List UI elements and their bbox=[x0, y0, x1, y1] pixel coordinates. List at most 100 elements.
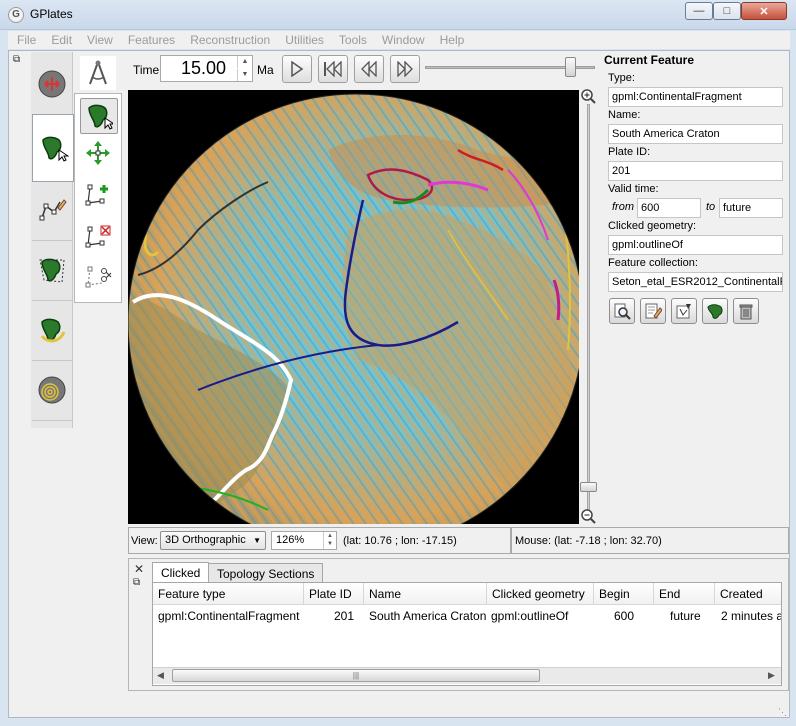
split-feature-tool[interactable] bbox=[80, 260, 116, 294]
trash-icon bbox=[739, 304, 753, 320]
menu-utilities[interactable]: Utilities bbox=[285, 33, 324, 47]
fast-forward-icon bbox=[397, 61, 413, 77]
chevron-down-icon: ▼ bbox=[253, 536, 261, 545]
scrollbar-thumb[interactable]: ||| bbox=[172, 669, 540, 682]
pole-manipulation-tool[interactable] bbox=[32, 300, 72, 361]
menu-file[interactable]: File bbox=[17, 33, 36, 47]
minimize-button[interactable]: — bbox=[685, 2, 713, 20]
zoom-slider[interactable] bbox=[587, 104, 590, 512]
projection-select[interactable]: 3D Orthographic ▼ bbox=[160, 531, 266, 550]
tool-sub-column bbox=[74, 56, 122, 303]
zoom-spinbox[interactable]: 126% ▲ ▼ bbox=[271, 531, 337, 550]
play-icon bbox=[291, 61, 304, 77]
compass-icon bbox=[89, 60, 107, 85]
name-label: Name: bbox=[608, 109, 641, 121]
move-vertex-tool[interactable] bbox=[80, 136, 116, 170]
step-forward-button[interactable] bbox=[390, 55, 420, 83]
time-slider-handle[interactable] bbox=[564, 57, 576, 77]
close-button[interactable]: ✕ bbox=[741, 2, 787, 20]
choose-feature-icon bbox=[42, 136, 69, 162]
column-created[interactable]: Created bbox=[715, 583, 781, 605]
delete-vertex-tool[interactable] bbox=[80, 220, 116, 254]
time-unit-label: Ma bbox=[257, 63, 274, 77]
tab-clicked[interactable]: Clicked bbox=[152, 562, 210, 582]
query-feature-button[interactable] bbox=[609, 298, 635, 324]
time-down-arrow-icon[interactable]: ▼ bbox=[237, 69, 252, 81]
type-field[interactable]: gpml:ContinentalFragment bbox=[608, 87, 783, 107]
time-up-arrow-icon[interactable]: ▲ bbox=[237, 56, 252, 68]
clicked-geometry-field[interactable]: gpml:outlineOf bbox=[608, 235, 783, 255]
menu-reconstruction[interactable]: Reconstruction bbox=[190, 33, 270, 47]
edit-feature-button[interactable] bbox=[640, 298, 666, 324]
feature-inspection-tool[interactable] bbox=[32, 114, 74, 182]
step-back-button[interactable] bbox=[354, 55, 384, 83]
zoom-in-icon[interactable] bbox=[580, 88, 596, 104]
float-panel-icon[interactable]: ⧉ bbox=[133, 578, 143, 588]
tool-category-column bbox=[31, 52, 74, 428]
choose-feature-button[interactable] bbox=[702, 298, 728, 324]
menu-window[interactable]: Window bbox=[382, 33, 425, 47]
play-button[interactable] bbox=[282, 55, 312, 83]
zoom-slider-handle[interactable] bbox=[580, 482, 597, 492]
globe-canvas[interactable] bbox=[128, 90, 579, 524]
table-cell[interactable]: gpml:ContinentalFragment bbox=[158, 606, 304, 626]
menu-features[interactable]: Features bbox=[128, 33, 175, 47]
column-begin[interactable]: Begin bbox=[594, 583, 654, 605]
scroll-right-arrow-icon[interactable]: ▶ bbox=[768, 670, 775, 681]
rewind-icon bbox=[361, 61, 377, 77]
zoom-spin-arrows-icon[interactable]: ▲ ▼ bbox=[323, 532, 336, 549]
menu-bar: File Edit View Features Reconstruction U… bbox=[8, 31, 790, 49]
digitisation-tool[interactable] bbox=[32, 180, 72, 241]
time-spinbox[interactable]: 15.00 ▲ ▼ bbox=[160, 55, 253, 82]
feature-collection-field[interactable]: Seton_etal_ESR2012_ContinentalPo bbox=[608, 272, 783, 292]
to-field[interactable]: future bbox=[719, 198, 783, 218]
resize-grip-icon[interactable]: ⋱ bbox=[778, 707, 787, 718]
table-cell[interactable]: 600 bbox=[594, 606, 634, 626]
delete-feature-button[interactable] bbox=[733, 298, 759, 324]
column-plate-id[interactable]: Plate ID bbox=[304, 583, 364, 605]
zoom-value: 126% bbox=[276, 534, 305, 546]
to-label: to bbox=[706, 201, 716, 213]
zoom-out-icon[interactable] bbox=[580, 508, 596, 524]
column-feature-type[interactable]: Feature type bbox=[153, 583, 304, 605]
table-cell[interactable]: gpml:outlineOf bbox=[491, 606, 594, 626]
table-cell[interactable]: 201 bbox=[304, 606, 354, 626]
close-panel-icon[interactable]: ✕ bbox=[134, 562, 144, 576]
plate-id-field[interactable]: 201 bbox=[608, 161, 783, 181]
insert-vertex-tool[interactable] bbox=[80, 178, 116, 212]
measure-distance-tool[interactable] bbox=[80, 56, 116, 90]
menu-tools[interactable]: Tools bbox=[339, 33, 367, 47]
maximize-button[interactable]: □ bbox=[713, 2, 741, 20]
globe-orientation-tool[interactable] bbox=[32, 54, 72, 115]
from-field[interactable]: 600 bbox=[637, 198, 701, 218]
name-field[interactable]: South America Craton bbox=[608, 124, 783, 144]
app-icon: G bbox=[8, 7, 24, 23]
clone-geometry-button[interactable] bbox=[671, 298, 697, 324]
projection-value: 3D Orthographic bbox=[165, 534, 246, 546]
menu-view[interactable]: View bbox=[87, 33, 113, 47]
globe-orientation-icon bbox=[38, 70, 66, 98]
small-circle-icon bbox=[38, 376, 66, 404]
column-name[interactable]: Name bbox=[364, 583, 487, 605]
menu-help[interactable]: Help bbox=[440, 33, 465, 47]
edit-properties-icon bbox=[645, 303, 662, 319]
reset-to-start-button[interactable] bbox=[318, 55, 348, 83]
window-title: GPlates bbox=[30, 7, 73, 21]
choose-feature-tool[interactable] bbox=[80, 98, 118, 134]
column-clicked-geometry[interactable]: Clicked geometry bbox=[487, 583, 594, 605]
tab-topology-sections[interactable]: Topology Sections bbox=[208, 563, 324, 582]
digitise-icon bbox=[39, 199, 67, 221]
time-value: 15.00 bbox=[180, 58, 226, 78]
choose-feature-icon bbox=[88, 104, 113, 130]
small-circle-tool[interactable] bbox=[32, 360, 72, 421]
table-cell[interactable]: South America Craton bbox=[369, 606, 487, 626]
scroll-left-arrow-icon[interactable]: ◀ bbox=[157, 670, 164, 681]
topology-tool[interactable] bbox=[32, 240, 72, 301]
column-end[interactable]: End bbox=[654, 583, 715, 605]
magnifier-icon bbox=[614, 303, 631, 320]
table-cell[interactable]: future bbox=[670, 606, 715, 626]
table-cell[interactable]: 2 minutes a bbox=[721, 606, 781, 626]
float-dock-icon[interactable]: ⧉ bbox=[13, 55, 23, 65]
delete-vertex-icon bbox=[85, 225, 111, 248]
menu-edit[interactable]: Edit bbox=[51, 33, 72, 47]
